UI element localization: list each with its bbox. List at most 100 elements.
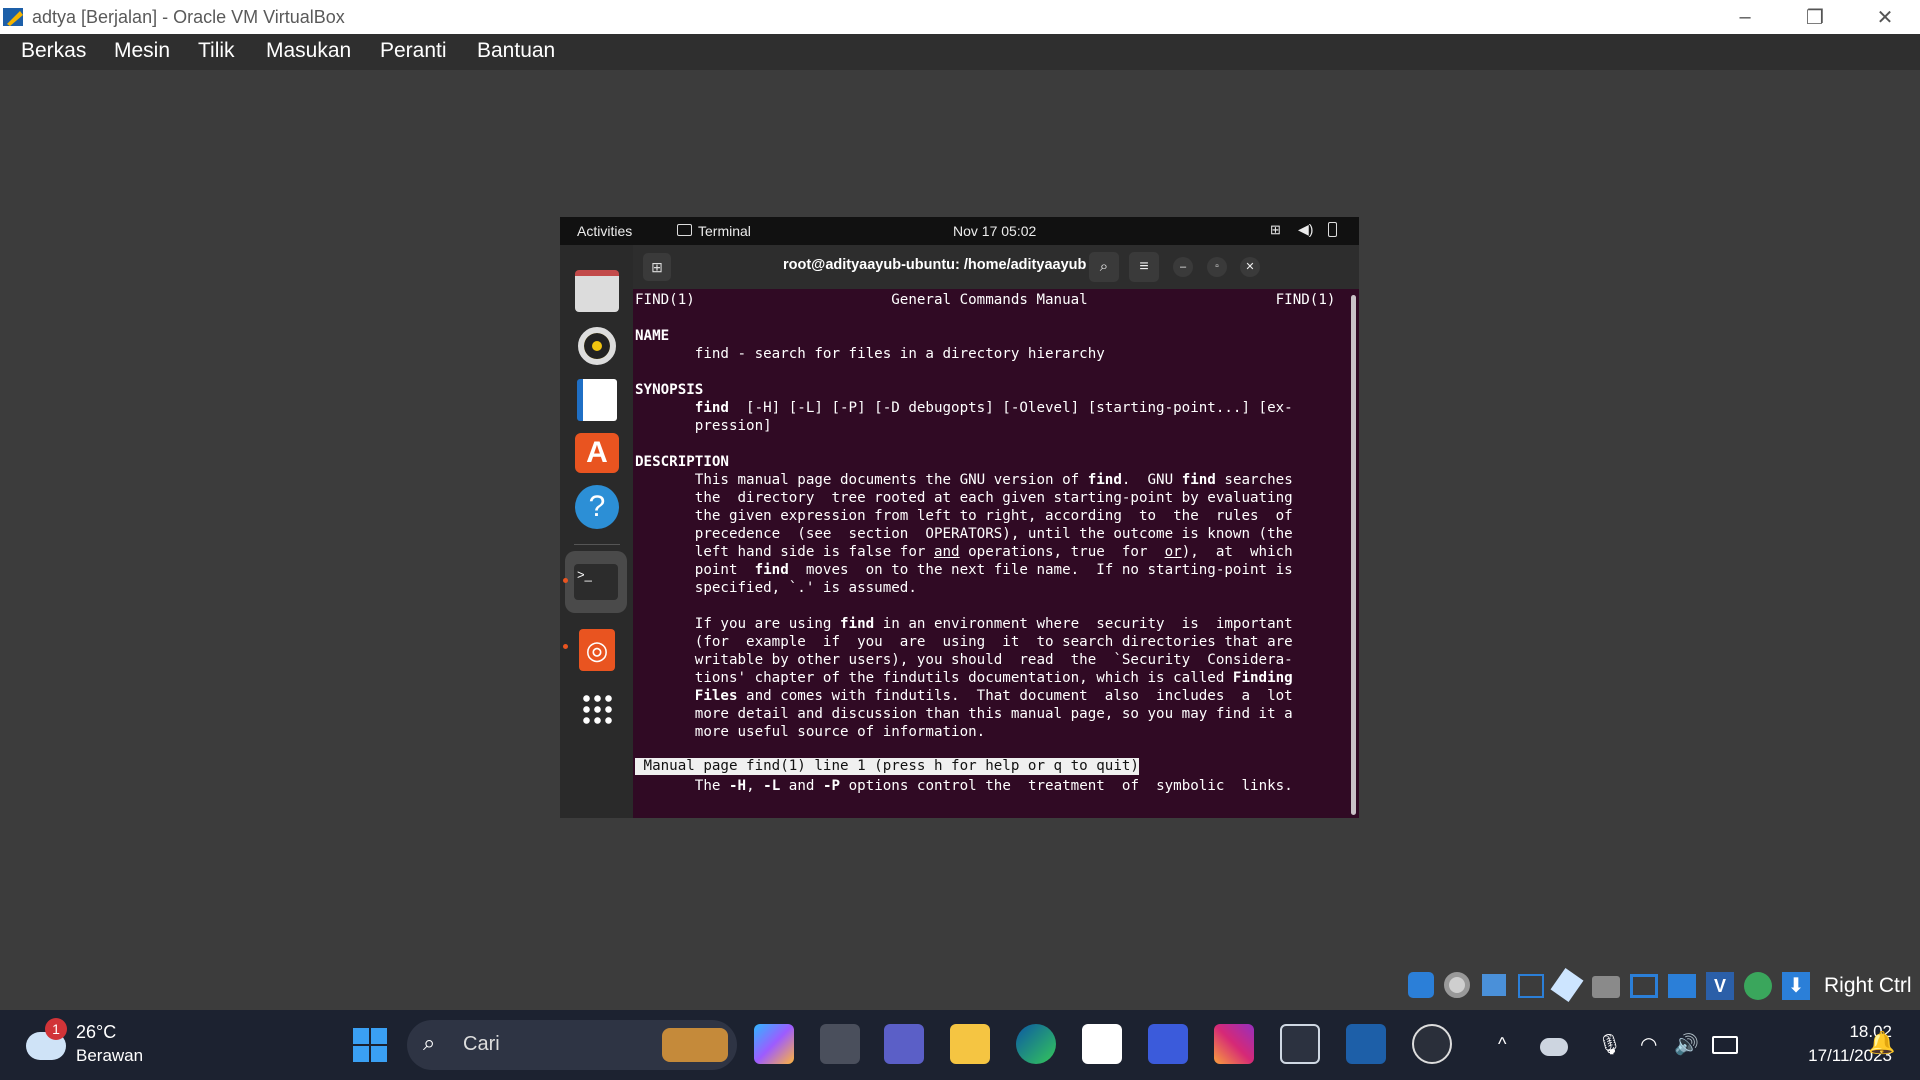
terminal-icon[interactable]: >_ (565, 551, 627, 613)
app-center-icon[interactable]: A (572, 428, 622, 478)
wifi-icon[interactable]: ◠ (1640, 1032, 1657, 1057)
show-apps-icon[interactable] (572, 684, 622, 734)
copilot-icon[interactable] (754, 1024, 794, 1064)
onedrive-icon[interactable] (1540, 1038, 1568, 1056)
file-explorer-icon[interactable] (950, 1024, 990, 1064)
battery-icon[interactable] (1712, 1036, 1738, 1054)
clock[interactable]: Nov 17 05:02 (953, 223, 1036, 239)
activities-button[interactable]: Activities (577, 223, 632, 239)
terminal-line: pression] (635, 417, 772, 435)
virtualbox-cube-icon[interactable] (1280, 1024, 1320, 1064)
optical-drive-icon[interactable] (1444, 972, 1470, 998)
network-adapter-icon[interactable] (1518, 974, 1544, 998)
host-key-label: Right Ctrl (1824, 974, 1912, 997)
battery-icon[interactable] (1328, 222, 1337, 237)
menu-masukan[interactable]: Masukan (266, 39, 351, 63)
running-indicator (563, 644, 568, 649)
new-tab-button[interactable]: ⊞ (643, 253, 671, 281)
terminal-text: precedence (see section OPERATORS), unti… (635, 526, 1293, 542)
terminal-text: Files (694, 688, 738, 704)
usb-icon[interactable] (1550, 968, 1584, 1002)
terminal-text: or (1164, 544, 1182, 560)
task-view-icon[interactable] (820, 1024, 860, 1064)
virtualbox-app-icon (2, 6, 26, 28)
terminal-window[interactable]: ⊞ root@adityaayub-ubuntu: /home/adityaay… (633, 245, 1359, 818)
terminal-text: SYNOPSIS (635, 382, 704, 398)
obs-icon[interactable] (1412, 1024, 1452, 1064)
notification-bell-icon[interactable]: 🔔 (1868, 1030, 1895, 1056)
vm-display[interactable]: Activities Terminal Nov 17 05:02 ⊞ ◀) A … (560, 217, 1359, 818)
speaker-icon[interactable]: 🔊 (1674, 1032, 1699, 1057)
terminal-line: more detail and discussion than this man… (635, 705, 1293, 723)
terminal-text: the given expression from left to right,… (635, 508, 1293, 524)
close-button[interactable]: ✕ (1850, 0, 1920, 34)
minimize-icon[interactable]: – (1173, 257, 1193, 277)
menu-peranti[interactable]: Peranti (380, 39, 447, 63)
pager-status-line: Manual page find(1) line 1 (press h for … (635, 758, 1139, 775)
search-highlight-image (662, 1028, 728, 1062)
weather-desc[interactable]: Berawan (76, 1046, 143, 1066)
close-icon[interactable]: ✕ (1240, 257, 1260, 277)
terminal-line: point find moves on to the next file nam… (635, 561, 1293, 579)
terminal-line: If you are using find in an environment … (635, 615, 1293, 633)
terminal-line: more useful source of information. (635, 723, 985, 741)
show-hidden-icons-icon[interactable]: ^ (1498, 1034, 1506, 1055)
minimize-button[interactable]: – (1710, 0, 1780, 34)
terminal-text: The (635, 778, 729, 794)
recording-icon[interactable] (1668, 974, 1696, 998)
shared-folder-icon[interactable] (1592, 976, 1620, 998)
store-icon[interactable] (1082, 1024, 1122, 1064)
writer-icon[interactable] (572, 375, 622, 425)
editor-app-icon[interactable] (1148, 1024, 1188, 1064)
terminal-text: [-H] [-L] [-P] [-D debugopts] [-Olevel] … (728, 400, 1293, 416)
files-icon[interactable] (572, 266, 622, 316)
display-icon[interactable] (1630, 974, 1658, 998)
terminal-line: SYNOPSIS (635, 381, 703, 399)
ubuntu-icon[interactable]: ◎ (572, 625, 622, 675)
terminal-text: tions' chapter of the findutils document… (635, 670, 1233, 686)
edge-icon[interactable] (1016, 1024, 1056, 1064)
search-icon: ⌕ (423, 1030, 436, 1055)
menu-mesin[interactable]: Mesin (114, 39, 170, 63)
volume-icon[interactable]: ◀) (1298, 221, 1313, 238)
terminal-line: writable by other users), you should rea… (635, 651, 1293, 669)
download-icon[interactable]: ⬇ (1782, 972, 1810, 1000)
hamburger-menu-icon[interactable]: ≡ (1129, 252, 1159, 282)
maximize-icon[interactable]: ▫ (1207, 257, 1227, 277)
terminal-text: and (780, 778, 823, 794)
terminal-line: specified, `.' is assumed. (635, 579, 917, 597)
terminal-text: options control the treatment of symboli… (840, 778, 1293, 794)
guest-additions-icon[interactable] (1744, 972, 1772, 1000)
hard-disk-icon[interactable] (1408, 972, 1434, 998)
menu-tilik[interactable]: Tilik (198, 39, 235, 63)
app-menu[interactable]: Terminal (698, 223, 751, 239)
virtualbox-vm-icon[interactable] (1346, 1024, 1386, 1064)
microphone-icon[interactable]: 🎙 (1597, 1032, 1622, 1057)
instagram-icon[interactable] (1214, 1024, 1254, 1064)
terminal-text: and comes with findutils. That document … (737, 688, 1293, 704)
terminal-text: moves on to the next file name. If no st… (788, 562, 1293, 578)
network-icon[interactable]: ⊞ (1270, 222, 1281, 238)
audio-icon[interactable] (1482, 974, 1506, 996)
search-box[interactable]: ⌕ Cari (407, 1020, 737, 1070)
search-icon[interactable]: ⌕ (1089, 252, 1119, 282)
terminal-text: . GNU (1121, 472, 1182, 488)
menu-bantuan[interactable]: Bantuan (477, 39, 555, 63)
terminal-scrollbar[interactable] (1351, 295, 1356, 815)
terminal-text: writable by other users), you should rea… (635, 652, 1293, 668)
help-icon[interactable]: ? (572, 482, 622, 532)
restore-button[interactable]: ❐ (1780, 0, 1850, 34)
weather-temp[interactable]: 26°C (76, 1022, 116, 1043)
search-input[interactable]: Cari (463, 1033, 500, 1056)
vt-x-icon[interactable]: V (1706, 972, 1734, 1000)
menu-berkas[interactable]: Berkas (21, 39, 86, 63)
terminal-small-icon (677, 224, 692, 236)
terminal-output[interactable]: FIND(1) General Commands Manual FIND(1) N… (633, 289, 1349, 818)
start-icon[interactable] (352, 1027, 388, 1063)
terminal-text: find (840, 616, 875, 632)
terminal-line: the given expression from left to right,… (635, 507, 1293, 525)
rhythmbox-icon[interactable] (572, 321, 622, 371)
chat-icon[interactable] (884, 1024, 924, 1064)
